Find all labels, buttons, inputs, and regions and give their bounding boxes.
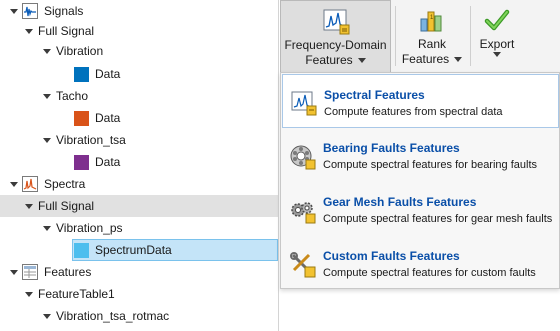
menu-item-title: Spectral Features (324, 88, 425, 102)
collapse-caret-icon[interactable] (8, 5, 20, 17)
tree-label: Data (95, 111, 121, 125)
tree-label: FeatureTable1 (38, 287, 115, 301)
tree-label: Signals (44, 4, 84, 18)
tree-node-tacho[interactable]: Tacho (0, 85, 278, 107)
tree-label: Full Signal (38, 24, 95, 38)
tree-label: Features (44, 265, 92, 279)
tree-node-vibration-ps[interactable]: Vibration_ps (0, 217, 278, 239)
tree-label: Vibration (56, 44, 104, 58)
export-button[interactable]: Export (472, 0, 522, 72)
collapse-caret-icon[interactable] (23, 200, 35, 212)
menu-item-description: Compute features from spectral data (324, 106, 503, 118)
menu-item-title: Bearing Faults Features (323, 141, 460, 155)
tools-icon (290, 252, 316, 278)
collapse-caret-icon[interactable] (8, 266, 20, 278)
color-swatch (74, 154, 89, 170)
tree-label: Data (95, 155, 121, 169)
menu-item-title: Gear Mesh Faults Features (323, 195, 477, 209)
collapse-caret-icon[interactable] (41, 222, 53, 234)
button-label: Export (479, 37, 515, 51)
tree-node-vibration-tsa[interactable]: Vibration_tsa (0, 129, 278, 151)
tree-node-full-signal[interactable]: Full Signal (0, 20, 278, 42)
rank-features-button[interactable]: 1 Rank Features (396, 0, 468, 72)
button-label: Features (401, 52, 450, 66)
collapse-caret-icon[interactable] (41, 134, 53, 146)
tree-node-feature-table[interactable]: FeatureTable1 (0, 283, 278, 305)
menu-item-description: Compute spectral features for bearing fa… (323, 159, 538, 171)
tree-label: Vibration_ps (56, 221, 123, 235)
menu-item-description: Compute spectral features for gear mesh … (323, 213, 553, 225)
spectral-features-icon (291, 91, 317, 116)
tree-node-vibration-tsa-rotmac[interactable]: Vibration_tsa_rotmac (0, 305, 278, 327)
menu-item-spectral-features[interactable]: Spectral Features Compute features from … (282, 74, 559, 128)
tree-node-full-signal-selected[interactable]: Full Signal (0, 195, 278, 217)
tree-node-signals[interactable]: Signals (0, 0, 278, 22)
button-label: Rank (417, 37, 446, 51)
tree-node-spectra[interactable]: Spectra (0, 173, 278, 195)
collapse-caret-icon[interactable] (41, 310, 53, 322)
frequency-domain-features-menu: Spectral Features Compute features from … (280, 72, 560, 289)
color-swatch (74, 110, 89, 126)
tree-label: Spectra (44, 177, 86, 191)
color-swatch (74, 66, 89, 82)
frequency-domain-features-button[interactable]: Frequency-Domain Features (280, 0, 391, 72)
collapse-caret-icon[interactable] (23, 25, 35, 37)
tree-label: Vibration_tsa (56, 133, 126, 147)
collapse-caret-icon[interactable] (23, 288, 35, 300)
tree-node-vibration-data[interactable]: Data (0, 63, 278, 85)
tree-node-spectrum-data[interactable]: SpectrumData (0, 239, 278, 261)
color-swatch (74, 242, 89, 258)
tree-node-vibration[interactable]: Vibration (0, 40, 278, 62)
tree-node-features[interactable]: Features (0, 261, 278, 283)
menu-item-title: Custom Faults Features (323, 249, 460, 263)
tree-label: SpectrumData (95, 243, 172, 257)
tree-node-vibration-tsa-data[interactable]: Data (0, 151, 278, 173)
dropdown-arrow-icon (493, 52, 501, 57)
tree-label: Tacho (56, 89, 89, 103)
features-icon (22, 264, 38, 280)
collapse-caret-icon[interactable] (41, 45, 53, 57)
rank-icon: 1 (420, 11, 442, 32)
tree-node-tacho-data[interactable]: Data (0, 107, 278, 129)
button-label: Frequency-Domain (284, 38, 387, 52)
gear-icon (291, 202, 316, 224)
collapse-caret-icon[interactable] (41, 90, 53, 102)
frequency-domain-icon (323, 9, 349, 35)
dropdown-arrow-icon (454, 57, 463, 62)
menu-item-bearing-faults-features[interactable]: Bearing Faults Features Compute spectral… (282, 128, 559, 182)
export-checkmark-icon (484, 9, 510, 31)
divider (470, 6, 471, 66)
tree-label: Data (95, 67, 121, 81)
toolstrip: Frequency-Domain Features 1 Rank Feature… (280, 0, 560, 73)
signals-icon (22, 3, 38, 19)
menu-item-gear-mesh-faults-features[interactable]: Gear Mesh Faults Features Compute spectr… (282, 182, 559, 236)
dropdown-arrow-icon (357, 58, 366, 63)
spectra-icon (22, 176, 38, 192)
menu-item-custom-faults-features[interactable]: Custom Faults Features Compute spectral … (282, 236, 559, 290)
button-label: Features (305, 53, 353, 67)
data-browser-tree: Signals Full Signal Vibration Data Tacho… (0, 0, 279, 331)
collapse-caret-icon[interactable] (8, 178, 20, 190)
bearing-icon (290, 145, 316, 170)
tree-label: Full Signal (38, 199, 95, 213)
tree-label: Vibration_tsa_rotmac (56, 309, 170, 323)
menu-item-description: Compute spectral features for custom fau… (323, 267, 536, 279)
